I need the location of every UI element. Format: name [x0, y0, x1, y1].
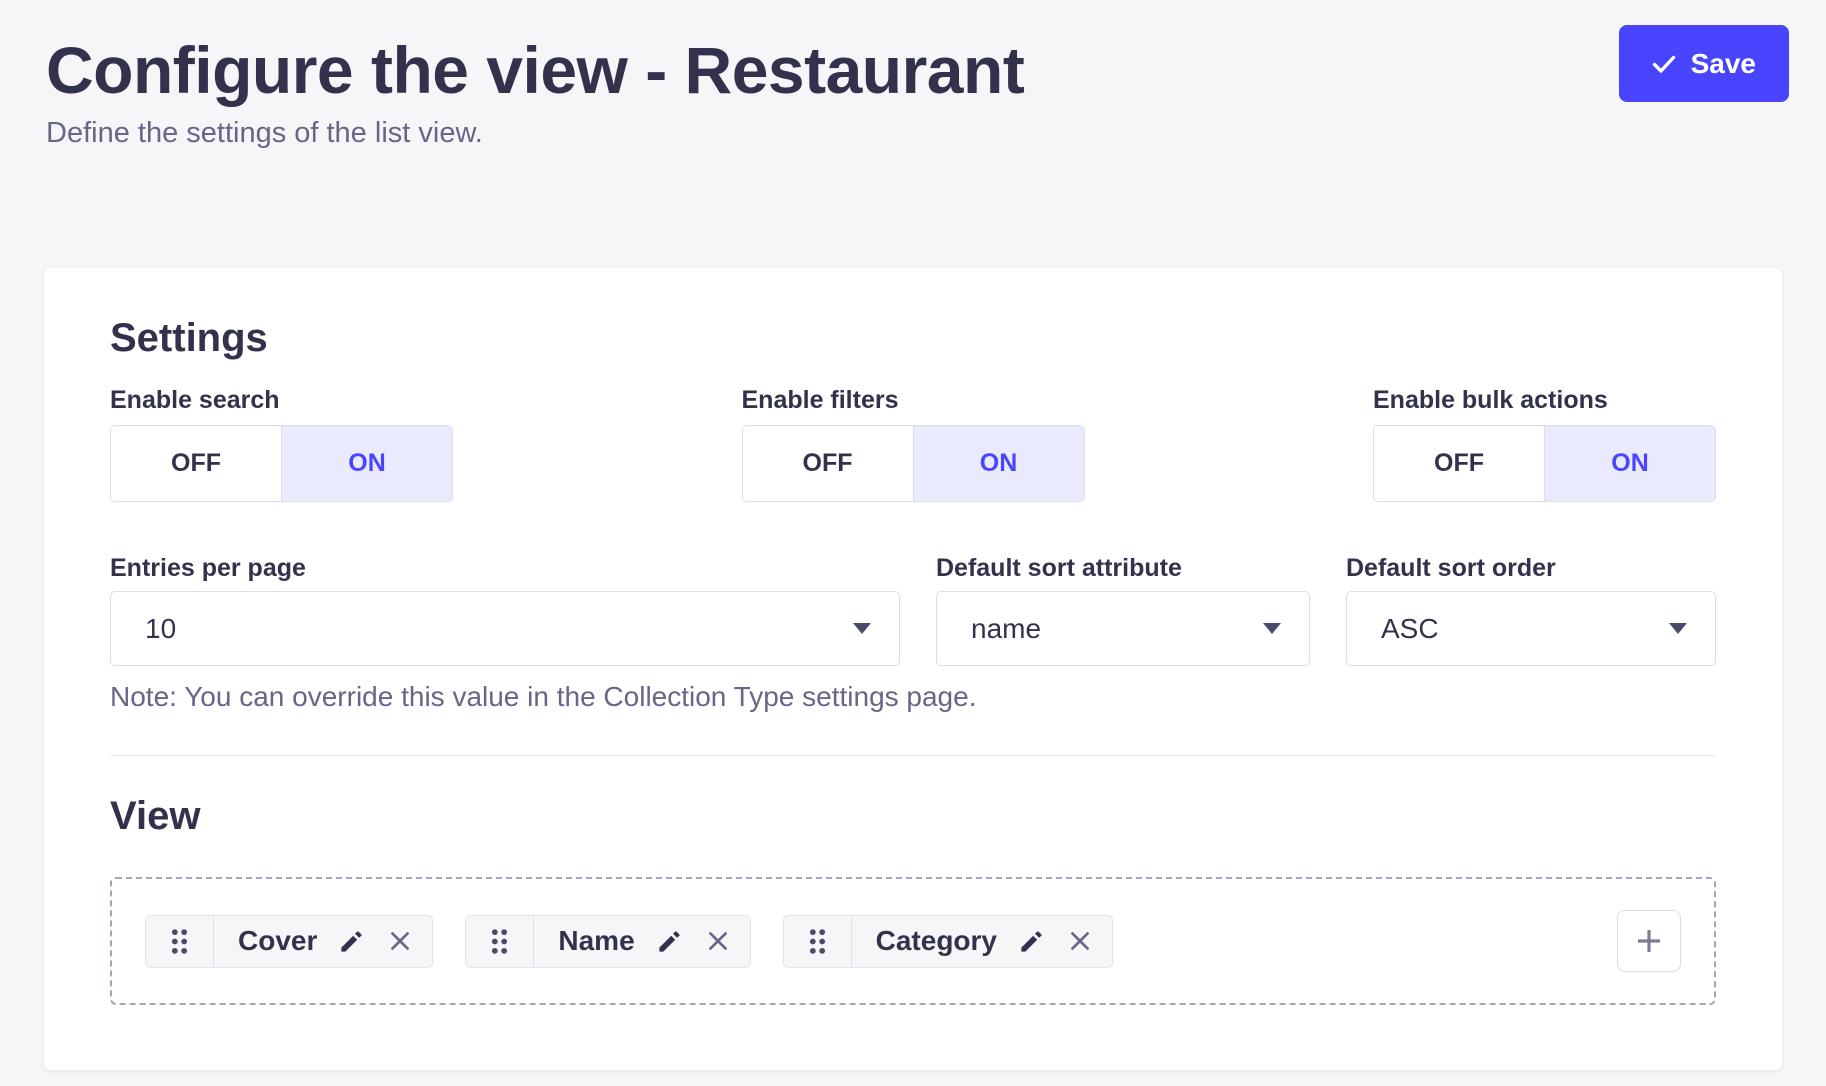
enable-filters-label: Enable filters	[742, 388, 1085, 413]
page-header: Configure the view - Restaurant Define t…	[0, 0, 1826, 268]
remove-field-button[interactable]	[1066, 927, 1094, 955]
chevron-down-icon	[1263, 623, 1281, 634]
remove-field-button[interactable]	[386, 927, 414, 955]
edit-field-button[interactable]	[656, 928, 683, 955]
field-chip-name: Name	[465, 915, 750, 968]
drag-handle[interactable]	[146, 916, 214, 967]
entries-per-page-select[interactable]: 10	[110, 591, 900, 666]
entries-per-page-label: Entries per page	[110, 556, 900, 581]
selects-row: Entries per page 10 Default sort attribu…	[110, 556, 1716, 666]
field-chip-body: Cover	[214, 916, 432, 967]
field-chip-label: Name	[558, 925, 634, 957]
field-chip-label: Cover	[238, 925, 317, 957]
default-sort-attribute-field: Default sort attribute name	[936, 556, 1310, 666]
page-title: Configure the view - Restaurant	[46, 36, 1780, 104]
drag-handle-icon	[490, 928, 509, 955]
enable-search-off-option[interactable]: OFF	[111, 426, 282, 501]
default-sort-order-label: Default sort order	[1346, 556, 1716, 581]
pencil-icon	[656, 928, 683, 955]
drag-handle-icon	[808, 928, 827, 955]
enable-filters-on-option[interactable]: ON	[914, 426, 1084, 501]
close-icon	[704, 927, 732, 955]
edit-field-button[interactable]	[1018, 928, 1045, 955]
field-chip-category: Category	[783, 915, 1113, 968]
save-button-label: Save	[1691, 48, 1756, 80]
default-sort-attribute-label: Default sort attribute	[936, 556, 1310, 581]
enable-search-field: Enable search OFF ON	[110, 388, 453, 502]
chevron-down-icon	[1669, 623, 1687, 634]
chevron-down-icon	[853, 623, 871, 634]
field-chip-body: Name	[534, 916, 749, 967]
enable-bulk-actions-on-option[interactable]: ON	[1545, 426, 1715, 501]
field-chip-body: Category	[852, 916, 1112, 967]
settings-card: Settings Enable search OFF ON Enable fil…	[44, 268, 1782, 1070]
field-chip-cover: Cover	[145, 915, 433, 968]
edit-field-button[interactable]	[338, 928, 365, 955]
enable-bulk-actions-toggle: OFF ON	[1373, 425, 1716, 502]
field-layout-dropzone: Cover Name	[110, 877, 1716, 1005]
default-sort-order-field: Default sort order ASC	[1346, 556, 1716, 666]
enable-filters-field: Enable filters OFF ON	[742, 388, 1085, 502]
enable-bulk-actions-off-option[interactable]: OFF	[1374, 426, 1545, 501]
close-icon	[386, 927, 414, 955]
settings-section-heading: Settings	[110, 318, 1716, 358]
drag-handle[interactable]	[466, 916, 534, 967]
enable-filters-off-option[interactable]: OFF	[743, 426, 914, 501]
drag-handle-icon	[170, 928, 189, 955]
pencil-icon	[338, 928, 365, 955]
default-sort-attribute-value: name	[971, 613, 1041, 645]
section-divider	[110, 755, 1716, 756]
enable-filters-toggle: OFF ON	[742, 425, 1085, 502]
enable-bulk-actions-label: Enable bulk actions	[1373, 388, 1716, 413]
enable-search-on-option[interactable]: ON	[282, 426, 452, 501]
entries-per-page-value: 10	[145, 613, 176, 645]
check-icon	[1652, 54, 1676, 74]
remove-field-button[interactable]	[704, 927, 732, 955]
save-button[interactable]: Save	[1619, 25, 1789, 102]
plus-icon	[1633, 925, 1665, 957]
view-section-heading: View	[110, 796, 1716, 836]
default-sort-order-value: ASC	[1381, 613, 1439, 645]
drag-handle[interactable]	[784, 916, 852, 967]
enable-search-label: Enable search	[110, 388, 453, 413]
enable-search-toggle: OFF ON	[110, 425, 453, 502]
close-icon	[1066, 927, 1094, 955]
enable-bulk-actions-field: Enable bulk actions OFF ON	[1373, 388, 1716, 502]
default-sort-attribute-select[interactable]: name	[936, 591, 1310, 666]
entries-per-page-field: Entries per page 10	[110, 556, 900, 666]
entries-per-page-note: Note: You can override this value in the…	[110, 682, 1716, 712]
toggle-row: Enable search OFF ON Enable filters OFF …	[110, 388, 1716, 502]
field-chip-label: Category	[876, 925, 997, 957]
page-subtitle: Define the settings of the list view.	[46, 116, 1780, 151]
default-sort-order-select[interactable]: ASC	[1346, 591, 1716, 666]
add-field-button[interactable]	[1617, 910, 1681, 972]
pencil-icon	[1018, 928, 1045, 955]
